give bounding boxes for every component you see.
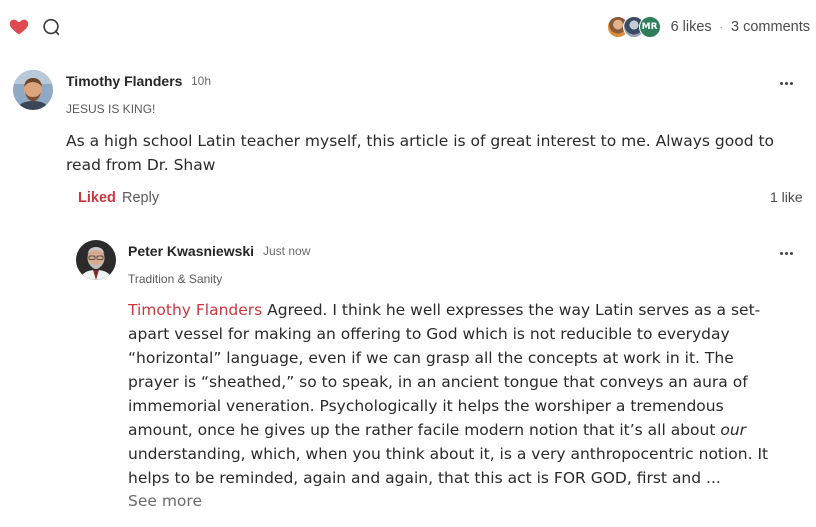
reply-body-text: amount, once he gives up the rather faci… <box>128 421 721 439</box>
see-more-link[interactable]: See more <box>128 492 202 510</box>
stats-separator: · <box>719 21 724 33</box>
comment-body: As a high school Latin teacher myself, t… <box>66 129 774 177</box>
reply-body: Timothy Flanders Agreed. I think he well… <box>128 298 768 490</box>
heart-icon[interactable] <box>8 15 30 37</box>
reply-body-line: apart vessel for making an offering to G… <box>128 325 730 343</box>
avatar[interactable] <box>76 240 116 280</box>
reply-button[interactable]: Reply <box>122 190 159 206</box>
reply-timestamp: Just now <box>263 244 311 258</box>
comment-body-line: read from Dr. Shaw <box>66 156 216 174</box>
reply-body-line: “horizontal” language, even if we can gr… <box>128 349 734 367</box>
reply-author[interactable]: Peter Kwasniewski <box>128 243 254 259</box>
author-tagline: JESUS IS KING! <box>66 102 156 116</box>
reply-body-line: Timothy Flanders Agreed. I think he well… <box>128 298 768 322</box>
emphasized-text: our <box>720 421 747 439</box>
more-options-icon[interactable] <box>774 73 798 93</box>
user-mention-link[interactable]: Timothy Flanders <box>128 301 262 319</box>
post-stats: MR 6 likes · 3 comments <box>606 14 810 40</box>
liked-button[interactable]: Liked <box>78 190 116 206</box>
comment-timestamp: 10h <box>191 74 212 88</box>
comment-bubble-icon[interactable] <box>40 16 62 38</box>
avatar[interactable] <box>13 70 53 110</box>
post-action-bar: MR 6 likes · 3 comments <box>0 0 816 52</box>
likes-count-link[interactable]: 6 likes <box>671 19 712 35</box>
more-options-icon[interactable] <box>774 243 798 263</box>
likers-avatars[interactable]: MR <box>606 16 661 38</box>
comments-count-link[interactable]: 3 comments <box>731 19 810 35</box>
reply-body-text: Agreed. I think he well expresses the wa… <box>262 301 761 319</box>
reply-body-line: helps to be reminded, again and again, t… <box>128 469 721 487</box>
reply-body-line: amount, once he gives up the rather faci… <box>128 418 768 442</box>
reply-body-line: understanding, which, when you think abo… <box>128 445 769 463</box>
liker-avatar-initials: MR <box>638 16 661 38</box>
comment-body-line: As a high school Latin teacher myself, t… <box>66 132 775 150</box>
comment-author[interactable]: Timothy Flanders <box>66 73 182 89</box>
author-tagline: Tradition & Sanity <box>128 272 223 286</box>
reply-body-line: immemorial veneration. Psychologically i… <box>128 397 724 415</box>
comment-like-count[interactable]: 1 like <box>770 189 803 205</box>
comments-section: MR 6 likes · 3 comments Timothy Flanders… <box>0 0 816 527</box>
reply-body-line: prayer is “sheathed,” so to speak, in an… <box>128 373 748 391</box>
